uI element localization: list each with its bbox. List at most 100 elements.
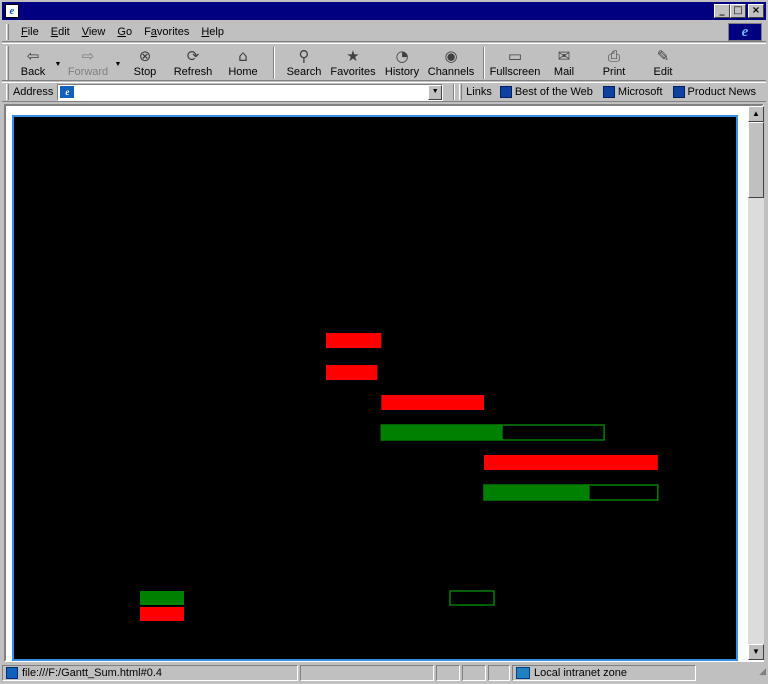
search-label: Search xyxy=(286,66,322,78)
fullscreen-icon: ▭ xyxy=(507,47,523,65)
refresh-label: Refresh xyxy=(173,66,213,78)
ie-throbber-logo: e xyxy=(728,23,762,41)
home-icon: ⌂ xyxy=(238,47,248,65)
menu-edit-key: E xyxy=(50,25,59,38)
refresh-icon: ⟳ xyxy=(186,47,200,65)
task-5-plan-bar xyxy=(484,455,658,470)
title-bar[interactable]: e _ □ × xyxy=(2,2,766,20)
menu-help[interactable]: Help xyxy=(195,26,230,38)
legend-plan-swatch xyxy=(140,607,184,621)
menu-view[interactable]: View xyxy=(76,26,112,38)
status-zone: Local intranet zone xyxy=(534,667,627,679)
favorites-icon: ★ xyxy=(346,47,360,65)
gantt-chart xyxy=(140,333,659,621)
channels-button[interactable]: ◉ Channels xyxy=(425,44,477,80)
menu-help-rest: elp xyxy=(209,25,224,38)
toolbar-separator xyxy=(483,47,485,79)
back-history-dropdown[interactable]: ▼ xyxy=(53,44,63,80)
toolbar-separator xyxy=(273,47,275,79)
menu-bar: File Edit View Go Favorites Help e xyxy=(2,22,766,42)
links-grip[interactable] xyxy=(459,84,463,100)
vertical-scrollbar[interactable]: ▲ ▼ xyxy=(748,106,764,660)
scroll-down-button[interactable]: ▼ xyxy=(748,644,764,660)
menu-favorites-rest: vorites xyxy=(156,25,190,38)
fullscreen-label: Fullscreen xyxy=(489,66,541,78)
close-button[interactable]: × xyxy=(748,4,764,18)
task-1-plan-bar xyxy=(326,333,382,348)
status-pane-empty-4 xyxy=(488,665,510,681)
home-label: Home xyxy=(228,66,258,78)
channels-label: Channels xyxy=(427,66,475,78)
legend-actual-outline-marker xyxy=(449,590,495,606)
address-grip[interactable] xyxy=(6,84,9,100)
history-button[interactable]: ◔ History xyxy=(379,44,425,80)
address-input[interactable] xyxy=(77,85,429,99)
page-status-icon xyxy=(6,667,18,679)
back-label: Back xyxy=(20,66,46,78)
address-label: Address xyxy=(12,86,54,98)
forward-label: Forward xyxy=(67,66,109,78)
mail-button[interactable]: ✉ Mail xyxy=(539,44,589,80)
channels-icon: ◉ xyxy=(444,47,458,65)
status-url-pane: file:///F:/Gantt_Sum.html#0.4 xyxy=(2,665,298,681)
browser-window: e _ □ × File Edit View Go Favorites Help… xyxy=(0,0,768,684)
forward-history-dropdown[interactable]: ▼ xyxy=(113,44,123,80)
task-4-actual-progress-bar xyxy=(381,425,503,440)
status-url: file:///F:/Gantt_Sum.html#0.4 xyxy=(22,667,163,679)
address-dropdown-button[interactable]: ▼ xyxy=(428,84,443,100)
maximize-button[interactable]: □ xyxy=(730,4,746,18)
menu-file[interactable]: File xyxy=(15,26,45,38)
status-pane-empty-1 xyxy=(300,665,434,681)
menu-edit-rest: dit xyxy=(58,25,70,38)
forward-button[interactable]: ⇨ Forward xyxy=(63,44,113,80)
print-button[interactable]: ⎙ Print xyxy=(589,44,639,80)
print-icon: ⎙ xyxy=(607,47,620,65)
link-page-icon xyxy=(499,86,512,98)
link-microsoft[interactable]: Microsoft xyxy=(602,86,663,98)
back-button[interactable]: ⇦ Back xyxy=(13,44,53,80)
link-best-of-the-web-label: Best of the Web xyxy=(514,86,593,98)
scroll-up-button[interactable]: ▲ xyxy=(748,106,764,122)
print-label: Print xyxy=(602,66,626,78)
window-controls: _ □ × xyxy=(714,4,764,18)
toolbar-grip[interactable] xyxy=(6,46,9,80)
fullscreen-button[interactable]: ▭ Fullscreen xyxy=(489,44,541,80)
favorites-button[interactable]: ★ Favorites xyxy=(327,44,379,80)
status-pane-empty-2 xyxy=(436,665,460,681)
search-icon: ⚲ xyxy=(298,47,310,65)
back-arrow-icon: ⇦ xyxy=(26,47,40,65)
stop-icon: ⊗ xyxy=(138,47,152,65)
edit-icon: ✎ xyxy=(656,47,670,65)
task-6-actual-progress-bar xyxy=(484,485,590,500)
menu-view-rest: iew xyxy=(88,25,106,38)
edit-button[interactable]: ✎ Edit xyxy=(639,44,687,80)
menu-edit[interactable]: Edit xyxy=(45,26,76,38)
menu-grip[interactable] xyxy=(6,23,9,40)
menu-file-key: F xyxy=(21,25,28,38)
link-best-of-the-web[interactable]: Best of the Web xyxy=(499,86,593,98)
menu-favorites[interactable]: Favorites xyxy=(138,26,195,38)
task-3-plan-bar xyxy=(381,395,484,410)
stop-label: Stop xyxy=(133,66,157,78)
search-button[interactable]: ⚲ Search xyxy=(281,44,327,80)
stop-button[interactable]: ⊗ Stop xyxy=(123,44,167,80)
intranet-zone-icon xyxy=(516,667,530,679)
address-field[interactable]: e ▼ xyxy=(57,83,444,101)
address-bar: Address e ▼ Links Best of the Web Micros… xyxy=(2,82,766,102)
mail-label: Mail xyxy=(553,66,575,78)
menu-go[interactable]: Go xyxy=(111,26,138,38)
refresh-button[interactable]: ⟳ Refresh xyxy=(167,44,219,80)
history-icon: ◔ xyxy=(395,47,409,65)
link-product-news[interactable]: Product News xyxy=(672,86,757,98)
menu-file-rest: ile xyxy=(27,25,39,38)
link-product-news-label: Product News xyxy=(687,86,757,98)
standard-toolbar: ⇦ Back ▼ ⇨ Forward ▼ ⊗ Stop ⟳ Refresh ⌂ … xyxy=(2,43,766,81)
menu-go-key: G xyxy=(117,25,126,38)
scroll-thumb[interactable] xyxy=(748,122,764,198)
favorites-label: Favorites xyxy=(330,66,376,78)
mail-icon: ✉ xyxy=(557,47,571,65)
minimize-button[interactable]: _ xyxy=(714,4,730,18)
task-2-plan-bar xyxy=(326,365,378,380)
home-button[interactable]: ⌂ Home xyxy=(219,44,267,80)
resize-grip-icon[interactable]: ◢ xyxy=(752,666,766,680)
